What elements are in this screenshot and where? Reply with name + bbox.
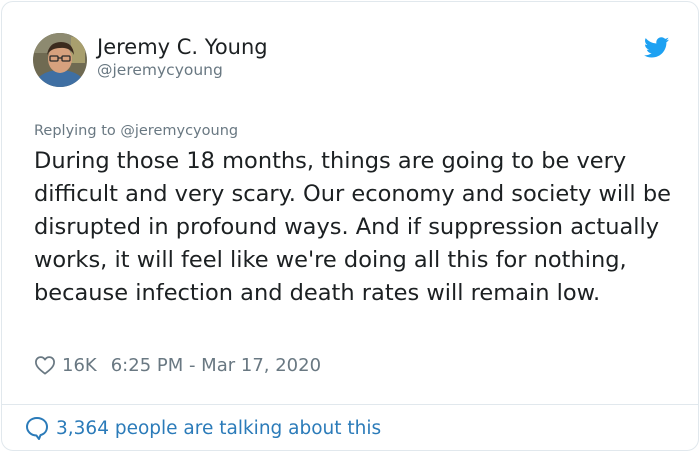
like-count[interactable]: 16K <box>62 355 97 376</box>
tweet-meta-row: 16K 6:25 PM - Mar 17, 2020 <box>34 352 321 378</box>
author-display-name[interactable]: Jeremy C. Young <box>97 34 268 60</box>
tweet-timestamp[interactable]: 6:25 PM - Mar 17, 2020 <box>111 355 321 376</box>
author-handle[interactable]: @jeremycyoung <box>97 60 223 80</box>
divider <box>2 404 698 405</box>
avatar-photo <box>33 33 87 87</box>
replying-to-label: Replying to @jeremycyoung <box>34 123 239 139</box>
tweet-card: Jeremy C. Young @jeremycyoung Replying t… <box>1 1 699 451</box>
avatar[interactable] <box>33 33 87 87</box>
tweet-body-text: During those 18 months, things are going… <box>34 148 671 306</box>
conversation-count-label[interactable]: 3,364 people are talking about this <box>56 418 381 439</box>
twitter-bird-icon[interactable] <box>644 37 669 58</box>
heart-icon[interactable] <box>34 355 56 375</box>
conversation-link[interactable]: 3,364 people are talking about this <box>24 414 381 442</box>
speech-bubble-icon <box>26 417 48 440</box>
